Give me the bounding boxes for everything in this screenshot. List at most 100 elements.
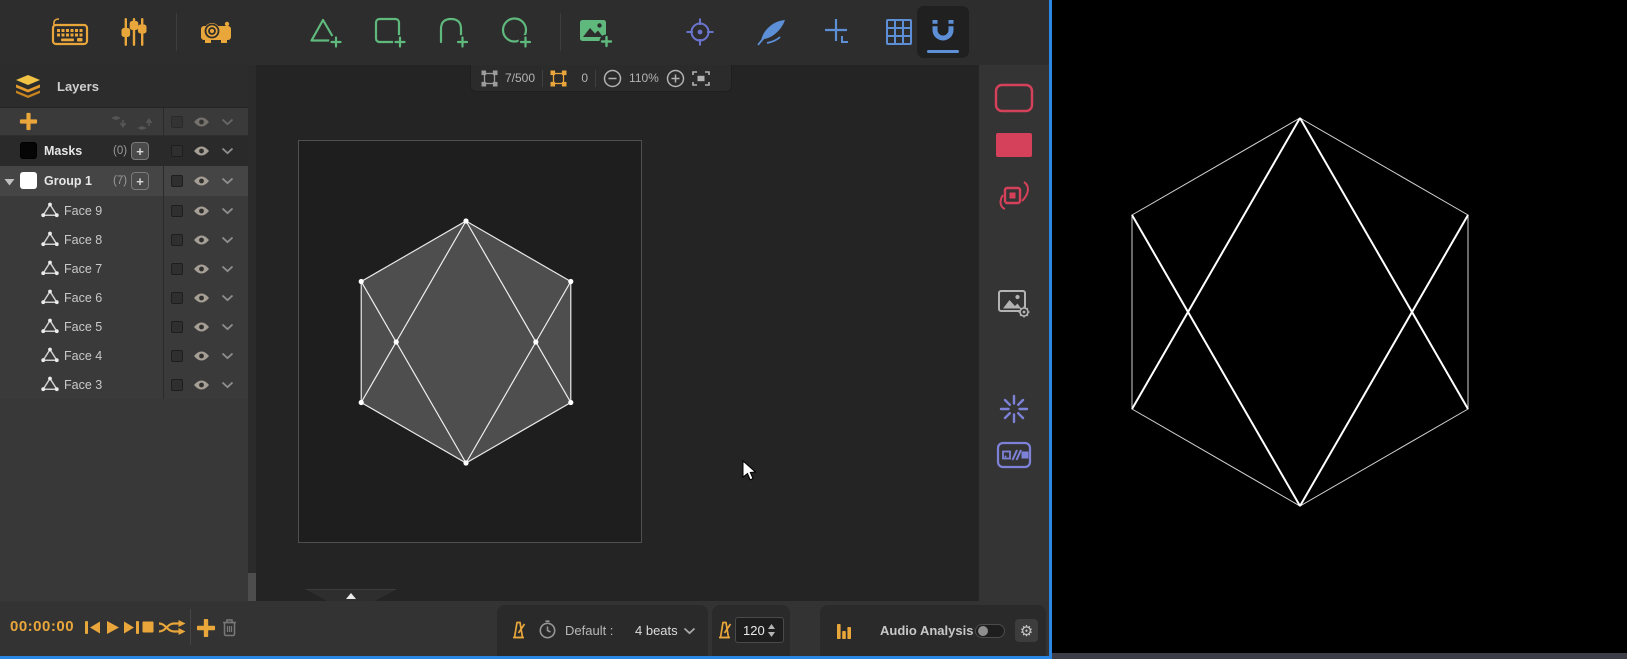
move-layer-down-button[interactable] [110,115,128,131]
layer-row-face[interactable]: Face 3 [0,370,248,399]
add-triangle-button[interactable] [303,8,349,56]
group-color-swatch[interactable] [20,172,37,189]
all-layers-visibility-eye-icon[interactable] [193,116,210,128]
group-checkbox[interactable] [171,175,183,187]
toggle-knob [978,626,988,636]
shuffle-button[interactable] [158,619,188,636]
group-expand-caret-icon[interactable] [4,178,15,186]
tempo-preset-section[interactable]: Default : 4 beats [497,605,708,656]
masks-controls [163,136,248,166]
masks-chevron-icon[interactable] [221,147,234,155]
bpm-input[interactable] [736,622,768,638]
face-visibility-eye-icon[interactable] [193,379,210,391]
group-controls [163,166,248,196]
stop-button[interactable] [141,620,155,634]
projector-output-button[interactable] [193,8,239,56]
masks-label: Masks [44,144,83,158]
face-chevron-icon[interactable] [221,294,234,302]
face-visibility-eye-icon[interactable] [193,205,210,217]
add-to-group-button[interactable]: + [131,172,149,190]
magnet-snap-button[interactable] [917,6,969,58]
layer-row-face[interactable]: Face 6 [0,283,248,312]
audio-analysis-section: Audio Analysis ⚙ [820,605,1046,656]
masks-count: (0) [113,145,128,157]
face-checkbox[interactable] [171,378,183,391]
grid-tool-button[interactable] [876,8,922,56]
arch-add-icon [439,17,470,49]
face-visibility-eye-icon[interactable] [193,292,210,304]
layer-row-face[interactable]: Face 8 [0,225,248,254]
face-visibility-eye-icon[interactable] [193,350,210,362]
triangle-add-icon [310,18,343,49]
face-checkbox[interactable] [171,349,183,362]
keyboard-shortcuts-button[interactable] [47,8,93,56]
layer-row-group[interactable]: Group 1 (7) + [0,166,248,196]
face-chevron-icon[interactable] [221,381,234,389]
play-button[interactable] [105,620,120,635]
masks-visibility-eye-icon[interactable] [193,145,210,157]
bpm-stepper[interactable] [768,623,775,637]
masks-color-swatch[interactable] [20,142,37,159]
media-settings-button[interactable] [997,287,1031,319]
fit-to-screen-button[interactable] [692,70,710,86]
layers-panel: Layers Masks (0) + Group 1 (7) + Face 9 … [0,65,248,601]
transitions-button[interactable] [996,441,1032,469]
midi-controls-button[interactable] [111,8,157,56]
group-chevron-icon[interactable] [221,177,234,185]
add-media-button[interactable] [572,8,618,56]
audio-settings-button[interactable]: ⚙ [1014,618,1039,643]
beats-dropdown-chevron-icon[interactable] [683,627,696,635]
hexagon-shape-canvas[interactable] [248,65,978,601]
layer-row-face[interactable]: Face 5 [0,312,248,341]
shape-outline-button[interactable] [994,83,1034,113]
face-visibility-eye-icon[interactable] [193,263,210,275]
masks-checkbox[interactable] [171,145,183,157]
all-layers-chevron-icon[interactable] [221,118,234,126]
face-checkbox[interactable] [171,291,183,304]
add-point-tool-button[interactable] [815,8,861,56]
projector-icon [201,21,231,43]
face-checkbox[interactable] [171,262,183,275]
add-circle-button[interactable] [494,8,540,56]
move-layer-up-button[interactable] [136,115,154,131]
skip-forward-button[interactable] [123,620,140,635]
layer-row-masks[interactable]: Masks (0) + [0,136,248,166]
face-checkbox[interactable] [171,204,183,217]
add-sequence-button[interactable] [196,618,216,638]
all-layers-checkbox[interactable] [171,115,183,128]
stepper-up-icon[interactable] [768,623,775,629]
shape-effects-button[interactable] [995,177,1033,215]
face-chevron-icon[interactable] [221,265,234,273]
face-visibility-eye-icon[interactable] [193,234,210,246]
face-chevron-icon[interactable] [221,352,234,360]
shape-fill-button[interactable] [994,131,1034,159]
layer-row-face[interactable]: Face 9 [0,196,248,225]
timeline-divider [190,609,191,645]
triangle-shape-icon [41,289,59,310]
draw-tool-button[interactable] [749,8,795,56]
layer-name: Face 3 [64,378,103,392]
add-quad-button[interactable] [367,8,413,56]
zoom-out-button[interactable] [603,69,622,88]
face-chevron-icon[interactable] [221,323,234,331]
delete-sequence-button[interactable] [221,618,238,637]
mapping-canvas[interactable]: 7/500 0 110% [248,65,978,601]
face-chevron-icon[interactable] [221,207,234,215]
group-visibility-eye-icon[interactable] [193,175,210,187]
audio-analysis-toggle[interactable] [975,624,1005,638]
center-point-tool-button[interactable] [677,8,723,56]
face-checkbox[interactable] [171,233,183,246]
skip-back-button[interactable] [84,620,101,635]
stepper-down-icon[interactable] [768,631,775,637]
add-mask-button[interactable]: + [131,142,149,160]
layer-row-face[interactable]: Face 7 [0,254,248,283]
face-checkbox[interactable] [171,320,183,333]
burst-effect-button[interactable] [998,393,1030,425]
add-arch-button[interactable] [430,8,476,56]
face-chevron-icon[interactable] [221,236,234,244]
add-layer-button[interactable] [19,112,38,131]
layer-row-face[interactable]: Face 4 [0,341,248,370]
zoom-in-button[interactable] [666,69,685,88]
face-visibility-eye-icon[interactable] [193,321,210,333]
audio-analysis-label: Audio Analysis [880,623,974,638]
